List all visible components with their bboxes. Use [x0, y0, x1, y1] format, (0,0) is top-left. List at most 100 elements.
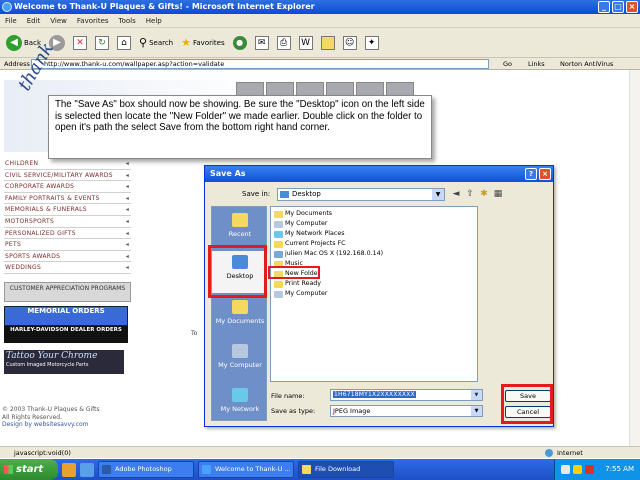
- tray-icon[interactable]: [585, 465, 594, 474]
- new-folder-icon[interactable]: ✱: [478, 188, 490, 200]
- view-menu-icon[interactable]: ▦: [492, 188, 504, 200]
- place-label: My Documents: [215, 317, 265, 325]
- nav-motorsports[interactable]: MOTORSPORTS: [4, 216, 131, 228]
- computer-icon: [274, 221, 283, 228]
- back-arrow-icon: ◀: [6, 34, 22, 51]
- list-item[interactable]: My Computer: [274, 219, 327, 229]
- place-my-documents[interactable]: My Documents: [212, 296, 268, 338]
- media-button[interactable]: ●: [231, 32, 249, 54]
- nav-personalized-gifts[interactable]: PERSONALIZED GIFTS: [4, 228, 131, 240]
- file-name-label: File name:: [271, 392, 305, 400]
- up-folder-icon[interactable]: ⇧: [464, 188, 476, 200]
- memorial-orders-button[interactable]: MEMORIAL ORDERS: [4, 306, 128, 326]
- discuss-button[interactable]: [319, 32, 337, 54]
- norton-antivirus-button[interactable]: Norton AntiVirus: [560, 58, 613, 70]
- mail-icon: ✉: [254, 35, 269, 50]
- save-in-dropdown[interactable]: Desktop ▼: [277, 188, 445, 201]
- customer-appreciation-button[interactable]: CUSTOMER APPRECIATION PROGRAMS: [4, 282, 131, 302]
- menu-tools[interactable]: Tools: [119, 14, 136, 27]
- tray-icon[interactable]: [561, 465, 570, 474]
- menu-favorites[interactable]: Favorites: [77, 14, 109, 27]
- browser-toolbar: ◀ Back ▶ ✕ ↻ ⌂ ⚲ Search ★ Favorites ● ✉ …: [0, 28, 640, 58]
- nav-family-portraits[interactable]: FAMILY PORTRAITS & EVENTS: [4, 193, 131, 205]
- file-label: My Documents: [285, 210, 333, 217]
- task-file-download[interactable]: File Download: [298, 461, 394, 478]
- nav-civil-service[interactable]: CIVIL SERVICE/MILITARY AWARDS: [4, 170, 131, 182]
- home-icon: ⌂: [117, 35, 131, 50]
- start-label: start: [16, 464, 44, 475]
- windows-logo-icon: [4, 465, 13, 474]
- list-item[interactable]: My Computer: [274, 289, 327, 299]
- dialog-help-button[interactable]: ?: [525, 168, 537, 180]
- status-text: javascript:void(0): [14, 449, 71, 457]
- folder-icon: [274, 241, 283, 248]
- quick-launch-icon[interactable]: [62, 462, 76, 477]
- home-button[interactable]: ⌂: [115, 32, 133, 54]
- task-label: File Download: [315, 465, 361, 473]
- nav-weddings[interactable]: WEDDINGS: [4, 262, 131, 274]
- place-my-computer[interactable]: My Computer: [212, 340, 268, 382]
- tattoo-title: Tattoo Your Chrome: [6, 351, 98, 361]
- file-label: Current Projects FC: [285, 240, 346, 247]
- design-credit-link[interactable]: Design by websitesavvy.com: [2, 421, 100, 429]
- place-my-network[interactable]: My Network: [212, 384, 268, 426]
- nav-children[interactable]: CHILDREN: [4, 158, 131, 170]
- file-label: My Network Places: [285, 230, 345, 237]
- nav-pets[interactable]: PETS: [4, 239, 131, 251]
- mail-button[interactable]: ✉: [253, 32, 271, 54]
- favorites-button[interactable]: ★ Favorites: [179, 32, 227, 54]
- list-item[interactable]: Print Ready: [274, 279, 321, 289]
- menu-help[interactable]: Help: [146, 14, 162, 27]
- harley-davidson-button[interactable]: HARLEY-DAVIDSON DEALER ORDERS: [4, 326, 128, 343]
- print-icon: ⎙: [276, 35, 291, 50]
- maximize-button[interactable]: □: [612, 1, 624, 13]
- save-highlight-box: [501, 384, 553, 424]
- file-name-input[interactable]: 1H6718MY1X2XXXXXXXX ▼: [330, 389, 483, 401]
- list-item[interactable]: My Documents: [274, 209, 332, 219]
- address-bar: Address http://www.thank-u.com/wallpaper…: [0, 58, 640, 70]
- file-label: My Computer: [285, 290, 328, 297]
- address-input[interactable]: http://www.thank-u.com/wallpaper.asp?act…: [31, 59, 489, 69]
- task-browser[interactable]: Welcome to Thank-U ...: [198, 461, 294, 478]
- go-button[interactable]: Go: [503, 58, 512, 70]
- nav-memorials[interactable]: MEMORIALS & FUNERALS: [4, 204, 131, 216]
- search-icon: ⚲: [139, 36, 148, 49]
- start-button[interactable]: start: [0, 459, 58, 480]
- ie-quick-launch-icon[interactable]: [80, 462, 94, 477]
- tattoo-your-chrome-banner[interactable]: Tattoo Your Chrome Custom Imaged Motorcy…: [4, 350, 124, 374]
- messenger-button[interactable]: ☺: [341, 32, 359, 54]
- minimize-button[interactable]: _: [598, 1, 610, 13]
- links-button[interactable]: Links: [528, 58, 545, 70]
- save-in-label: Save in:: [242, 190, 271, 198]
- stop-button[interactable]: ✕: [71, 32, 89, 54]
- list-item[interactable]: julien Mac OS X (192.168.0.14): [274, 249, 383, 259]
- ie-icon: [2, 2, 12, 12]
- nav-corporate-awards[interactable]: CORPORATE AWARDS: [4, 181, 131, 193]
- network-icon: [274, 231, 283, 238]
- photoshop-icon: [102, 465, 111, 474]
- network-icon: [232, 388, 248, 402]
- menu-view[interactable]: View: [50, 14, 67, 27]
- menu-bar: File Edit View Favorites Tools Help: [0, 14, 640, 28]
- save-as-type-dropdown[interactable]: JPEG Image ▼: [330, 405, 483, 417]
- close-button[interactable]: ×: [626, 1, 638, 13]
- save-as-dialog: Save As ? × Save in: Desktop ▼ ◄ ⇧ ✱ ▦ R…: [204, 165, 554, 427]
- task-photoshop[interactable]: Adobe Photoshop: [98, 461, 194, 478]
- folder-icon: [274, 211, 283, 218]
- refresh-button[interactable]: ↻: [93, 32, 111, 54]
- list-item[interactable]: My Network Places: [274, 229, 344, 239]
- edit-button[interactable]: W: [297, 32, 315, 54]
- vertical-scrollbar[interactable]: [629, 70, 640, 446]
- menu-file[interactable]: File: [5, 14, 17, 27]
- back-icon[interactable]: ◄: [450, 188, 462, 200]
- menu-edit[interactable]: Edit: [27, 14, 41, 27]
- list-item[interactable]: Current Projects FC: [274, 239, 346, 249]
- tray-icon[interactable]: [573, 465, 582, 474]
- copyright-notice: © 2003 Thank-U Plaques & Gifts All Right…: [2, 406, 100, 429]
- dialog-close-button[interactable]: ×: [539, 168, 551, 180]
- nav-sports-awards[interactable]: SPORTS AWARDS: [4, 251, 131, 263]
- search-button[interactable]: ⚲ Search: [137, 32, 175, 54]
- research-button[interactable]: ✦: [363, 32, 381, 54]
- print-button[interactable]: ⎙: [275, 32, 293, 54]
- file-name-value: 1H6718MY1X2XXXXXXXX: [333, 391, 416, 398]
